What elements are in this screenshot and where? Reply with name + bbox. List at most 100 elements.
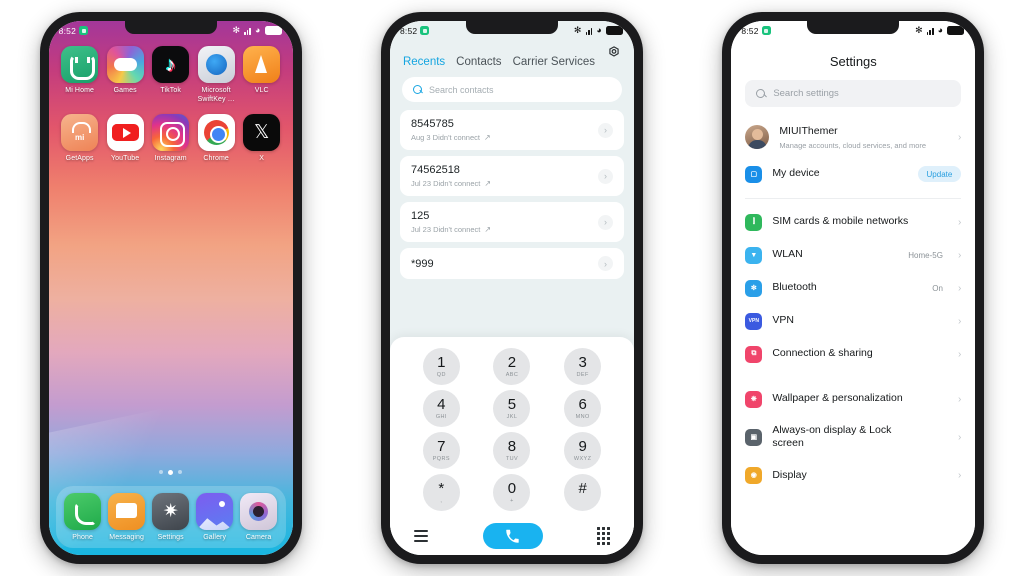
key-hash[interactable]: # [564,473,602,511]
key-digit: 2 [507,353,517,371]
call-log-row[interactable]: 74562518 Jul 23 Didn't connect ↗ › [399,156,624,196]
sim-icon: ⫿ [745,213,763,231]
key-digit: * [438,479,445,497]
chevron-right-icon[interactable]: › [597,214,613,230]
settings-list: MIUIThemer Manage accounts, cloud servic… [731,117,975,555]
call-log-row[interactable]: *999 › [399,248,624,279]
page-indicator[interactable] [49,470,293,486]
page-dot [159,470,164,475]
key-1[interactable]: 1 QD [422,347,460,385]
key-7[interactable]: 7 PQRS [422,431,460,469]
app-row-1: Mi Home Games TikTok Microsoft Swif [58,46,284,105]
key-letters: + [510,497,514,504]
key-6[interactable]: 6 MNO [564,389,602,427]
key-star[interactable]: * , [422,473,460,511]
aod-lock-screen-row[interactable]: ▣ Always-on display & Lock screen › [731,416,975,459]
page-dot-active [168,470,174,476]
menu-icon[interactable] [413,530,428,542]
key-0[interactable]: 0 + [493,473,531,511]
dock-item-messaging[interactable]: Messaging [105,493,149,543]
dock-item-camera[interactable]: Camera [237,493,281,543]
signal-icon [585,27,593,35]
outgoing-arrow-icon: ↗ [484,179,492,188]
gear-icon[interactable] [607,45,621,59]
app-swiftkey[interactable]: Microsoft SwiftKey … [194,46,238,105]
settings-screen: 8:52 ✻ ◕ Settings Search settings MIUITh… [731,21,976,555]
badge-icon [420,26,430,35]
key-letters: PQRS [432,455,450,462]
x-icon [243,113,281,151]
display-icon: ◉ [745,466,763,484]
dock-item-phone[interactable]: Phone [61,493,105,543]
display-row[interactable]: ◉ Display › [731,459,975,492]
key-4[interactable]: 4 GHI [422,389,460,427]
account-name: MIUIThemer [779,125,838,137]
key-5[interactable]: 5 JKL [493,389,531,427]
wlan-row[interactable]: ▼ WLAN Home-5G › [731,239,975,272]
avatar [745,125,770,150]
sim-cards-row[interactable]: ⫿ SIM cards & mobile networks › [731,206,975,239]
chevron-right-icon[interactable]: › [597,168,613,184]
tab-carrier-services[interactable]: Carrier Services [513,56,595,68]
device-icon: ▢ [745,165,763,183]
chevron-right-icon: › [957,431,962,443]
battery-icon [947,26,965,35]
dock-item-settings[interactable]: Settings [149,493,193,543]
tab-recents[interactable]: Recents [403,56,445,68]
camera-icon [240,493,278,531]
search-settings-input[interactable]: Search settings [745,80,962,107]
wallpaper-row[interactable]: ❋ Wallpaper & personalization › [731,383,975,416]
vpn-row[interactable]: VPN VPN › [731,305,975,338]
setting-label: Always-on display & Lock screen [772,423,892,450]
setting-label: My device [772,167,820,180]
call-log-row[interactable]: 125 Jul 23 Didn't connect ↗ › [399,202,624,242]
key-digit: 6 [578,395,587,413]
search-contacts-input[interactable]: Search contacts [401,77,622,102]
gallery-icon [196,493,234,531]
notch [124,21,217,34]
app-label: YouTube [111,154,140,162]
app-games[interactable]: Games [103,46,147,105]
chevron-right-icon[interactable]: › [597,256,613,271]
call-button[interactable] [482,523,543,549]
my-device-row[interactable]: ▢ My device Update [731,158,975,191]
update-badge[interactable]: Update [917,166,962,183]
tab-contacts[interactable]: Contacts [456,56,501,68]
key-9[interactable]: 9 WXYZ [564,431,602,469]
phone-dialer: 8:52 ✻ ◕ Recents Contacts Carrier Servic… [380,12,643,564]
key-letters: , [440,497,443,504]
app-mi-home[interactable]: Mi Home [58,46,102,105]
app-row-2: GetApps YouTube Instagram Chrome [58,113,284,164]
call-number: 125 [410,210,430,222]
app-tiktok[interactable]: TikTok [149,46,193,105]
key-digit: 8 [507,437,517,455]
divider [745,197,962,199]
app-getapps[interactable]: GetApps [58,113,102,164]
key-letters: GHI [435,413,447,420]
account-row[interactable]: MIUIThemer Manage accounts, cloud servic… [731,117,975,158]
app-instagram[interactable]: Instagram [149,113,193,164]
dock: Phone Messaging Settings Gallery [55,486,286,548]
key-digit: 7 [437,437,446,455]
key-3[interactable]: 3 DEF [564,347,602,385]
key-digit: 3 [578,353,587,371]
keypad-icon[interactable] [597,527,610,545]
games-icon [106,46,144,83]
app-x[interactable]: X [240,113,284,164]
page-dot [178,470,183,475]
key-2[interactable]: 2 ABC [493,347,531,385]
chevron-right-icon[interactable]: › [597,122,613,138]
app-grid: Mi Home Games TikTok Microsoft Swif [49,40,293,163]
call-log-row[interactable]: 8545785 Aug 3 Didn't connect ↗ › [399,110,624,150]
account-subtitle: Manage accounts, cloud services, and mor… [779,140,927,150]
key-8[interactable]: 8 TUV [493,431,531,469]
app-vlc[interactable]: VLC [240,46,284,105]
setting-label: Display [772,468,807,481]
app-youtube[interactable]: YouTube [103,113,147,164]
dock-item-gallery[interactable]: Gallery [193,493,237,543]
bluetooth-row[interactable]: ✻ Bluetooth On › [731,272,975,305]
key-digit: 0 [507,479,517,497]
connection-sharing-row[interactable]: ⧉ Connection & sharing › [731,338,975,371]
dialer-tabs: Recents Contacts Carrier Services [390,40,634,68]
app-chrome[interactable]: Chrome [194,113,238,164]
